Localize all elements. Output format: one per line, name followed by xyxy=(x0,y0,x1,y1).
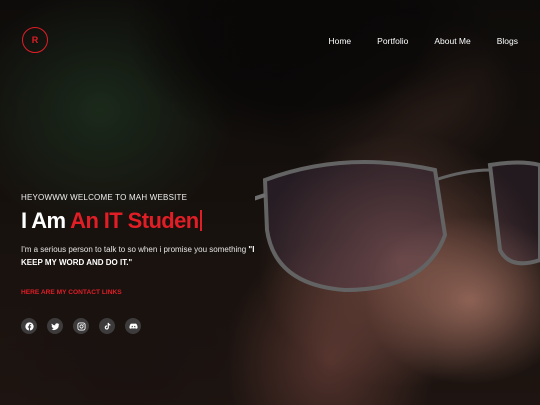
nav-item-blogs[interactable]: Blogs xyxy=(497,36,518,46)
discord-button[interactable] xyxy=(125,318,141,334)
hero-section: HEYOWWW WELCOME TO MAH WEBSITE I Am An I… xyxy=(21,193,261,299)
headline-prefix: I Am xyxy=(21,208,71,233)
site-logo[interactable]: R xyxy=(22,27,48,53)
welcome-text: HEYOWWW WELCOME TO MAH WEBSITE xyxy=(21,193,188,202)
instagram-button[interactable] xyxy=(73,318,89,334)
main-nav: Home Portfolio About Me Blogs xyxy=(328,36,518,46)
hero-headline: I Am An IT Studen xyxy=(21,208,261,234)
typed-text: An IT Studen xyxy=(70,208,199,233)
tiktok-icon xyxy=(104,322,110,330)
bio-paragraph: I'm a serious person to talk to so when … xyxy=(21,243,261,269)
typing-cursor xyxy=(199,210,202,231)
social-links xyxy=(21,318,141,334)
contact-link[interactable]: HERE ARE MY CONTACT LINKS xyxy=(21,289,122,296)
logo-letter: R xyxy=(31,35,39,45)
facebook-button[interactable] xyxy=(21,318,37,334)
nav-item-about[interactable]: About Me xyxy=(434,36,470,46)
bio-text: I'm a serious person to talk to so when … xyxy=(21,245,249,254)
nav-item-home[interactable]: Home xyxy=(328,36,351,46)
twitter-button[interactable] xyxy=(47,318,63,334)
tiktok-button[interactable] xyxy=(99,318,115,334)
twitter-icon xyxy=(50,322,60,330)
discord-icon xyxy=(128,322,138,329)
nav-item-portfolio[interactable]: Portfolio xyxy=(377,36,408,46)
instagram-icon xyxy=(76,321,86,331)
facebook-icon xyxy=(24,321,34,331)
